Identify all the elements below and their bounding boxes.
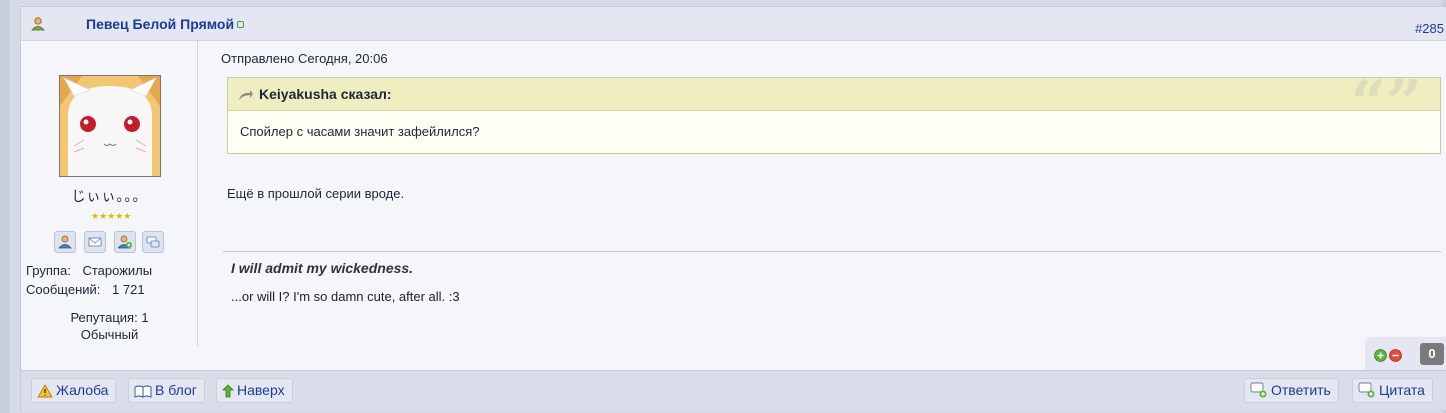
envelope-icon	[88, 237, 102, 247]
quote-block: Keiyakusha сказал: “” Спойлер с часами з…	[227, 72, 1441, 154]
post-text: Ещё в прошлой серии вроде.	[227, 186, 405, 201]
top-button[interactable]: Наверх	[216, 378, 293, 403]
quote-arrow-icon[interactable]	[238, 89, 254, 101]
author-panel: じぃぃ。。。 ★★★★★ Группа: Старожилы Сообщений…	[21, 41, 198, 346]
report-label: Жалоба	[56, 382, 109, 398]
reply-icon	[1250, 382, 1267, 398]
online-status-icon	[237, 21, 245, 28]
rating-box: 0	[1365, 337, 1446, 370]
reply-label: Ответить	[1271, 382, 1331, 398]
author-name: Певец Белой Прямой	[86, 16, 235, 32]
quote-button[interactable]: Цитата	[1352, 378, 1433, 403]
contact-button[interactable]	[142, 231, 164, 253]
reputation-level: Обычный	[80, 327, 139, 342]
report-button[interactable]: Жалоба	[31, 378, 117, 403]
blog-label: В блог	[155, 382, 197, 398]
post-footer: Жалоба В блог Наверх Ответить Цитата	[21, 370, 1446, 410]
quote-label: Цитата	[1379, 382, 1425, 398]
rate-up-icon[interactable]	[1374, 349, 1387, 362]
avatar[interactable]	[59, 75, 161, 177]
avatar-image	[60, 76, 160, 176]
signature-title: I will admit my wickedness.	[231, 260, 414, 276]
book-icon	[134, 385, 152, 398]
post-header: Певец Белой Прямой #285	[21, 7, 1446, 41]
rate-down-icon[interactable]	[1389, 349, 1402, 362]
user-icon	[31, 17, 45, 31]
profile-icon	[58, 235, 72, 249]
group-label: Группа:	[26, 263, 71, 278]
profile-button[interactable]	[54, 231, 76, 253]
reply-button[interactable]: Ответить	[1244, 378, 1339, 403]
reputation: Репутация: 1	[70, 310, 149, 325]
arrow-up-icon	[222, 384, 234, 398]
quote-reply-icon	[1358, 382, 1375, 398]
post-body: Отправлено Сегодня, 20:06 Keiyakusha ска…	[221, 41, 1446, 346]
forum-post: Певец Белой Прямой #285 じぃぃ。。。 ★★★★★ Гру…	[20, 6, 1446, 410]
message-button[interactable]	[84, 231, 106, 253]
add-friend-icon	[118, 235, 132, 249]
author-link[interactable]: Певец Белой Прямой	[86, 16, 245, 32]
signature-text: ...or will I? I'm so damn cute, after al…	[231, 289, 460, 304]
post-number-link[interactable]: #285	[1415, 21, 1444, 36]
group-value: Старожилы	[82, 263, 153, 278]
signature-divider	[223, 251, 1441, 252]
top-label: Наверх	[237, 382, 285, 398]
posts-row: Сообщений: 1 721	[26, 282, 145, 297]
posts-label: Сообщений:	[26, 282, 101, 297]
user-nickname: じぃぃ。。。	[71, 189, 148, 205]
add-friend-button[interactable]	[114, 231, 136, 253]
rating-count: 0	[1420, 343, 1444, 365]
posted-date: Отправлено Сегодня, 20:06	[221, 51, 388, 66]
chat-icon	[146, 236, 160, 248]
page-frame: Певец Белой Прямой #285 じぃぃ。。。 ★★★★★ Гру…	[0, 0, 1446, 413]
quote-marks-icon: “”	[1350, 66, 1422, 139]
rank-stars: ★★★★★	[91, 212, 132, 222]
quote-author: Keiyakusha сказал:	[259, 86, 392, 102]
group-row: Группа: Старожилы	[26, 263, 152, 278]
warning-icon	[37, 384, 53, 398]
blog-button[interactable]: В блог	[128, 378, 205, 403]
quote-header: Keiyakusha сказал: “”	[228, 72, 1440, 134]
posts-value: 1 721	[112, 282, 145, 297]
quote-text: Спойлер с часами значит зафейлился?	[240, 124, 480, 139]
